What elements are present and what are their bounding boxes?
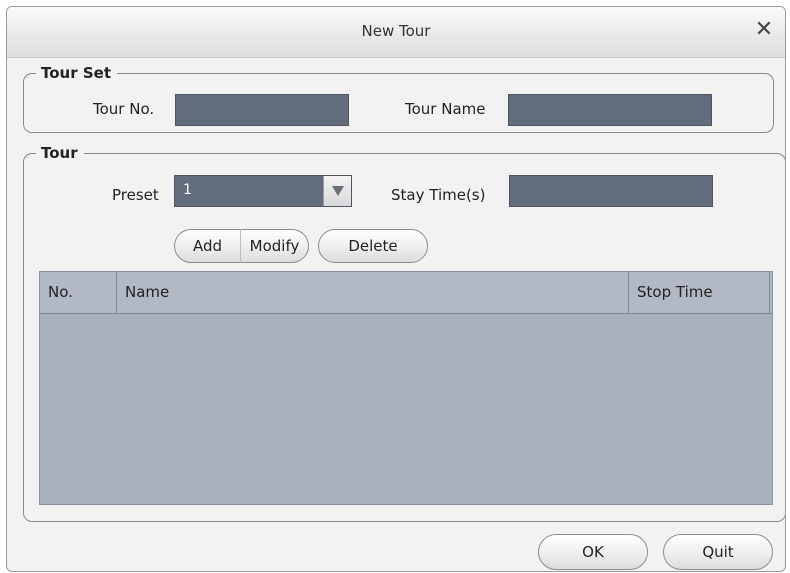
tour-no-input[interactable] <box>176 95 348 125</box>
tour-no-label: Tour No. <box>93 100 155 118</box>
tour-set-group: Tour Set Tour No. Tour Name <box>23 64 774 133</box>
column-header-name[interactable]: Name <box>117 272 629 313</box>
table-header: No. Name Stop Time <box>40 272 772 314</box>
title-bar: New Tour ✕ <box>7 7 785 58</box>
tour-name-field[interactable] <box>508 94 712 126</box>
modify-button[interactable]: Modify <box>241 229 309 263</box>
preset-label: Preset <box>112 186 159 204</box>
delete-button[interactable]: Delete <box>318 229 428 263</box>
new-tour-dialog: New Tour ✕ Tour Set Tour No. Tour Name T… <box>6 6 786 572</box>
tour-legend: Tour <box>36 144 84 162</box>
tour-name-input[interactable] <box>509 95 711 125</box>
column-header-stop-time[interactable]: Stop Time <box>629 272 770 313</box>
tour-set-legend: Tour Set <box>36 64 117 82</box>
stay-time-field[interactable] <box>509 175 713 207</box>
chevron-down-icon[interactable] <box>323 176 351 206</box>
preset-select[interactable]: 1 <box>174 175 352 207</box>
stay-time-input[interactable] <box>510 176 712 206</box>
close-button[interactable]: ✕ <box>751 17 777 43</box>
tour-no-field[interactable] <box>175 94 349 126</box>
close-icon: ✕ <box>754 17 774 42</box>
stay-time-label: Stay Time(s) <box>391 186 486 204</box>
ok-button[interactable]: OK <box>538 534 648 570</box>
preset-selected-value: 1 <box>183 182 192 198</box>
tour-name-label: Tour Name <box>405 100 486 118</box>
dialog-title: New Tour <box>361 22 431 40</box>
table-body[interactable] <box>40 314 772 504</box>
add-button[interactable]: Add <box>174 229 241 263</box>
column-header-no[interactable]: No. <box>40 272 117 313</box>
quit-button[interactable]: Quit <box>663 534 773 570</box>
tour-points-table: No. Name Stop Time <box>39 271 773 505</box>
